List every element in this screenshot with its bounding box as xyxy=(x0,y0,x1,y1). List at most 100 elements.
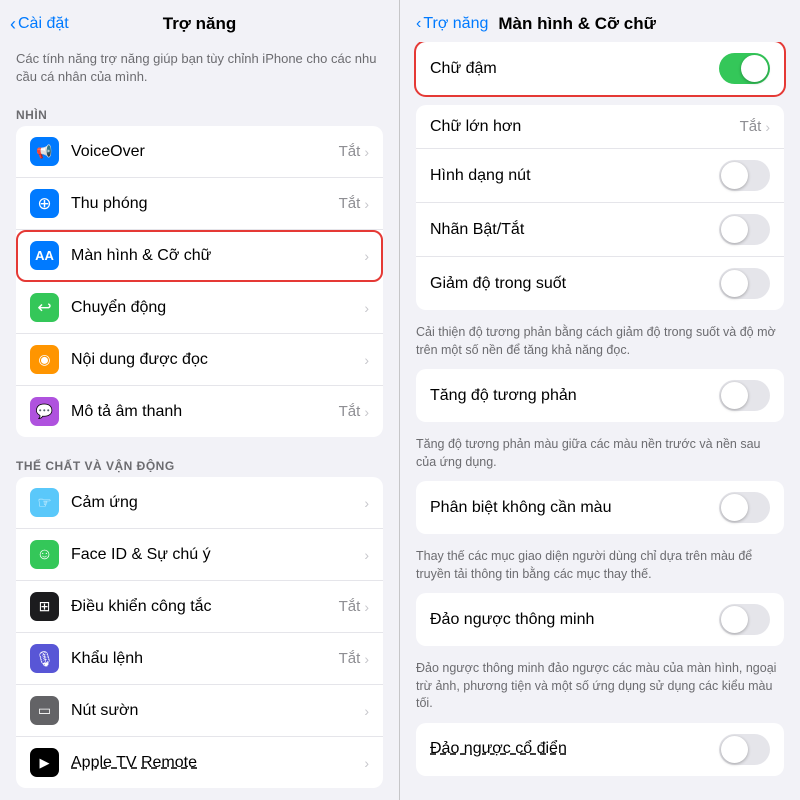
apple-tv-label: Apple TV Remote xyxy=(71,754,197,772)
voiceover-row[interactable]: 📢 VoiceOver Tắt › xyxy=(16,126,383,178)
khau-lenh-row[interactable]: 🎙 Khẩu lệnh Tắt › xyxy=(16,633,383,685)
chu-lon-value: Tắt xyxy=(740,118,762,135)
khau-lenh-right: Tắt › xyxy=(339,650,369,667)
section-nhin-label: NHÌN xyxy=(0,102,399,126)
dao-nguoc-toggle[interactable] xyxy=(719,604,770,635)
khau-lenh-icon: 🎙 xyxy=(30,644,59,673)
noi-dung-right: › xyxy=(364,352,369,368)
the-chat-group: ☞ Cảm ứng › ☺ Face ID & Sự chú ý › ⊞ Điề… xyxy=(16,477,383,788)
man-hinh-icon: AA xyxy=(30,241,59,270)
display-options-group: Chữ lớn hơn Tắt › Hình dạng nút Nhãn Bật… xyxy=(416,105,784,310)
man-hinh-label: Màn hình & Cỡ chữ xyxy=(71,247,211,265)
mo-ta-content: Mô tả âm thanh Tắt › xyxy=(71,403,369,421)
dao-nguoc-cd-group: Đảo ngược cổ điển xyxy=(416,723,784,776)
dieu-khien-row[interactable]: ⊞ Điều khiển công tắc Tắt › xyxy=(16,581,383,633)
dao-nguoc-cd-label: Đảo ngược cổ điển xyxy=(430,740,719,758)
left-description: Các tính năng trợ năng giúp bạn tùy chỉn… xyxy=(0,42,399,102)
tang-do-row[interactable]: Tăng độ tương phản xyxy=(416,369,784,422)
noi-dung-row[interactable]: ◉ Nội dung được đọc › xyxy=(16,334,383,386)
hinh-dang-toggle-knob xyxy=(721,162,748,189)
thu-phong-icon: ⊕ xyxy=(30,189,59,218)
giam-do-toggle[interactable] xyxy=(719,268,770,299)
phan-biet-toggle[interactable] xyxy=(719,492,770,523)
voiceover-right: Tắt › xyxy=(339,143,369,160)
cam-ung-icon: ☞ xyxy=(30,488,59,517)
cam-ung-chevron: › xyxy=(364,495,369,511)
back-chevron-icon: ‹ xyxy=(10,14,16,35)
mo-ta-row[interactable]: 💬 Mô tả âm thanh Tắt › xyxy=(16,386,383,437)
noi-dung-icon: ◉ xyxy=(30,345,59,374)
dao-nguoc-cd-toggle[interactable] xyxy=(719,734,770,765)
dieu-khien-content: Điều khiển công tắc Tắt › xyxy=(71,598,369,616)
khau-lenh-chevron: › xyxy=(364,651,369,667)
man-hinh-chevron: › xyxy=(364,248,369,264)
chu-lon-row[interactable]: Chữ lớn hơn Tắt › xyxy=(416,105,784,149)
face-id-row[interactable]: ☺ Face ID & Sự chú ý › xyxy=(16,529,383,581)
nhan-bat-tat-toggle[interactable] xyxy=(719,214,770,245)
hinh-dang-row[interactable]: Hình dạng nút xyxy=(416,149,784,203)
chuyen-dong-row[interactable]: ↩ Chuyển động › xyxy=(16,282,383,334)
nhin-group: 📢 VoiceOver Tắt › ⊕ Thu phóng Tắt › A xyxy=(16,126,383,437)
right-back-button[interactable]: ‹ Trợ năng xyxy=(416,15,488,33)
face-id-label: Face ID & Sự chú ý xyxy=(71,546,211,564)
man-hinh-content: Màn hình & Cỡ chữ › xyxy=(71,247,369,265)
left-panel: ‹ Cài đặt Trợ năng Các tính năng trợ năn… xyxy=(0,0,400,800)
nut-suon-icon: ▭ xyxy=(30,696,59,725)
face-id-content: Face ID & Sự chú ý › xyxy=(71,546,369,564)
right-panel: ‹ Trợ năng Màn hình & Cỡ chữ Chữ đậm Chữ… xyxy=(400,0,800,800)
noi-dung-chevron: › xyxy=(364,352,369,368)
back-label: Cài đặt xyxy=(18,15,69,33)
giam-do-row[interactable]: Giảm độ trong suốt xyxy=(416,257,784,310)
cam-ung-row[interactable]: ☞ Cảm ứng › xyxy=(16,477,383,529)
nut-suon-row[interactable]: ▭ Nút sườn › xyxy=(16,685,383,737)
phan-biet-row[interactable]: Phân biệt không cần màu xyxy=(416,481,784,534)
tang-do-toggle-knob xyxy=(721,382,748,409)
dao-nguoc-toggle-knob xyxy=(721,606,748,633)
khau-lenh-value: Tắt xyxy=(339,650,361,667)
thu-phong-row[interactable]: ⊕ Thu phóng Tắt › xyxy=(16,178,383,230)
phan-biet-group: Phân biệt không cần màu xyxy=(416,481,784,534)
tang-do-group: Tăng độ tương phản xyxy=(416,369,784,422)
right-back-label: Trợ năng xyxy=(423,15,488,33)
nhan-bat-tat-row[interactable]: Nhãn Bật/Tắt xyxy=(416,203,784,257)
mo-ta-icon: 💬 xyxy=(30,397,59,426)
chuyen-dong-label: Chuyển động xyxy=(71,299,166,317)
man-hinh-row[interactable]: AA Màn hình & Cỡ chữ › xyxy=(16,230,383,282)
man-hinh-right: › xyxy=(364,248,369,264)
cam-ung-label: Cảm ứng xyxy=(71,494,138,512)
noi-dung-label: Nội dung được đọc xyxy=(71,351,208,369)
khau-lenh-content: Khẩu lệnh Tắt › xyxy=(71,650,369,668)
dao-nguoc-label: Đảo ngược thông minh xyxy=(430,611,719,629)
right-title: Màn hình & Cỡ chữ xyxy=(498,14,656,34)
apple-tv-content: Apple TV Remote › xyxy=(71,754,369,772)
dao-nguoc-row[interactable]: Đảo ngược thông minh xyxy=(416,593,784,646)
voiceover-chevron: › xyxy=(364,144,369,160)
tang-do-toggle[interactable] xyxy=(719,380,770,411)
cam-ung-content: Cảm ứng › xyxy=(71,494,369,512)
chu-dam-toggle-knob xyxy=(741,55,768,82)
phan-biet-label: Phân biệt không cần màu xyxy=(430,499,719,517)
thu-phong-value: Tắt xyxy=(339,195,361,212)
nut-suon-chevron: › xyxy=(364,703,369,719)
tang-do-label: Tăng độ tương phản xyxy=(430,387,719,405)
voiceover-value: Tắt xyxy=(339,143,361,160)
giam-do-label: Giảm độ trong suốt xyxy=(430,275,719,293)
chuyen-dong-content: Chuyển động › xyxy=(71,299,369,317)
nut-suon-label: Nút sườn xyxy=(71,702,138,720)
voiceover-content: VoiceOver Tắt › xyxy=(71,143,369,161)
chu-dam-row[interactable]: Chữ đậm xyxy=(416,42,784,95)
dao-nguoc-cd-row[interactable]: Đảo ngược cổ điển xyxy=(416,723,784,776)
left-nav-bar: ‹ Cài đặt Trợ năng xyxy=(0,0,399,42)
apple-tv-chevron: › xyxy=(364,755,369,771)
hinh-dang-toggle[interactable] xyxy=(719,160,770,191)
chu-dam-group: Chữ đậm xyxy=(416,42,784,95)
right-nav-bar: ‹ Trợ năng Màn hình & Cỡ chữ xyxy=(400,0,800,42)
dao-nguoc-cd-toggle-knob xyxy=(721,736,748,763)
chu-dam-toggle[interactable] xyxy=(719,53,770,84)
nut-suon-content: Nút sườn › xyxy=(71,702,369,720)
apple-tv-row[interactable]: ▶ Apple TV Remote › xyxy=(16,737,383,788)
tang-do-desc: Tăng độ tương phản màu giữa các màu nền … xyxy=(400,432,800,481)
giam-do-desc: Cải thiện độ tương phản bằng cách giảm đ… xyxy=(400,320,800,369)
left-back-button[interactable]: ‹ Cài đặt xyxy=(10,14,69,35)
dao-nguoc-desc: Đảo ngược thông minh đảo ngược các màu c… xyxy=(400,656,800,723)
